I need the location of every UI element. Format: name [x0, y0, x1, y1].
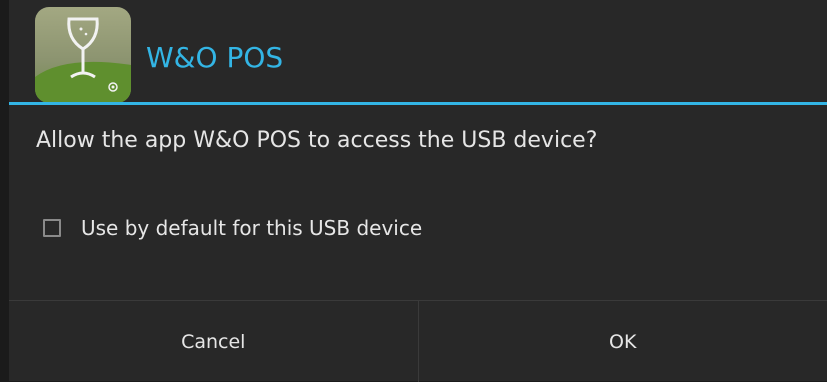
- title-divider: [9, 102, 827, 105]
- usb-permission-dialog: W&O POS Allow the app W&O POS to access …: [9, 0, 827, 381]
- dialog-title: W&O POS: [146, 41, 283, 75]
- dialog-message: Allow the app W&O POS to access the USB …: [36, 126, 597, 156]
- cancel-button[interactable]: Cancel: [9, 301, 418, 382]
- use-by-default-label: Use by default for this USB device: [81, 213, 422, 243]
- ok-button[interactable]: OK: [418, 301, 827, 382]
- use-by-default-checkbox[interactable]: [43, 219, 61, 237]
- dialog-button-bar: Cancel OK: [9, 300, 827, 382]
- wine-glass-app-icon: [35, 7, 131, 103]
- dialog-header: W&O POS: [9, 0, 827, 103]
- use-by-default-option[interactable]: Use by default for this USB device: [43, 212, 422, 244]
